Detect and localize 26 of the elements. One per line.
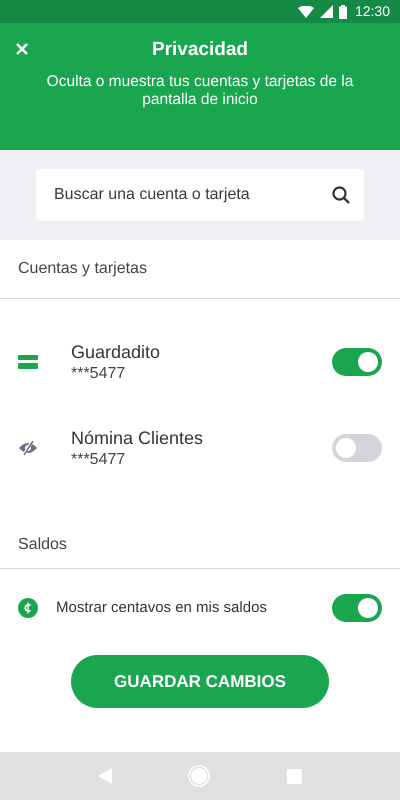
- home-icon[interactable]: [188, 765, 210, 787]
- section-heading: Saldos: [18, 534, 67, 554]
- setting-label: Mostrar centavos en mis saldos: [56, 598, 268, 618]
- signal-icon: [320, 5, 333, 18]
- account-name: Nómina Clientes: [71, 427, 204, 450]
- page-title: Privacidad: [152, 38, 248, 62]
- toggle-switch[interactable]: [332, 434, 382, 462]
- account-number: ***5477: [71, 364, 126, 384]
- account-name: Guardadito: [71, 341, 162, 364]
- battery-icon: [338, 4, 347, 18]
- section-heading: Cuentas y tarjetas: [18, 259, 147, 279]
- search-icon: [332, 186, 350, 204]
- eye-off-icon: [18, 440, 38, 456]
- save-button[interactable]: GUARDAR CAMBIOS: [71, 655, 329, 708]
- toggle-switch[interactable]: [332, 348, 382, 376]
- close-icon[interactable]: [16, 43, 28, 55]
- search-field[interactable]: Buscar una cuenta o tarjeta: [36, 169, 364, 221]
- wifi-icon: [298, 6, 314, 18]
- status-time: 12:30: [354, 2, 390, 21]
- cents-icon: [18, 598, 38, 618]
- back-icon[interactable]: [98, 768, 112, 784]
- page-subtitle: Oculta o muestra tus cuentas y tarjetas de la pantalla de inicio: [46, 73, 354, 109]
- recents-icon[interactable]: [286, 768, 302, 784]
- account-number: ***5477: [71, 450, 126, 470]
- card-icon: [18, 355, 38, 369]
- toggle-switch[interactable]: [332, 594, 382, 622]
